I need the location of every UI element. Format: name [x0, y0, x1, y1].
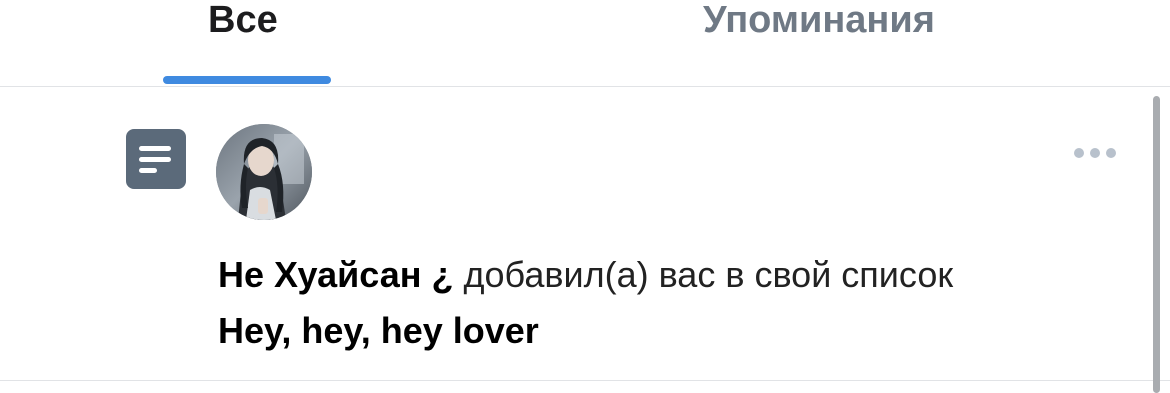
list-name[interactable]: Hey, hey, hey lover: [218, 303, 1138, 359]
action-text: добавил(а) вас в свой список: [463, 254, 954, 295]
notifications-screen: Все Упоминания Не Хуайсан ¿ добавил(а) в…: [0, 0, 1170, 393]
notification-item[interactable]: Не Хуайсан ¿ добавил(а) вас в свой списо…: [0, 87, 1170, 381]
more-horizontal-icon[interactable]: [1072, 145, 1118, 159]
user-avatar[interactable]: [216, 124, 312, 220]
tab-bar: Все Упоминания: [0, 0, 1170, 87]
text-lines-icon: [126, 129, 186, 189]
tab-all[interactable]: Все: [208, 0, 278, 46]
author-name[interactable]: Не Хуайсан ¿: [218, 254, 453, 295]
tab-mentions[interactable]: Упоминания: [703, 0, 935, 46]
active-tab-indicator: [163, 76, 331, 84]
scrollbar[interactable]: [1153, 96, 1160, 393]
notification-text: Не Хуайсан ¿ добавил(а) вас в свой списо…: [218, 247, 1138, 359]
